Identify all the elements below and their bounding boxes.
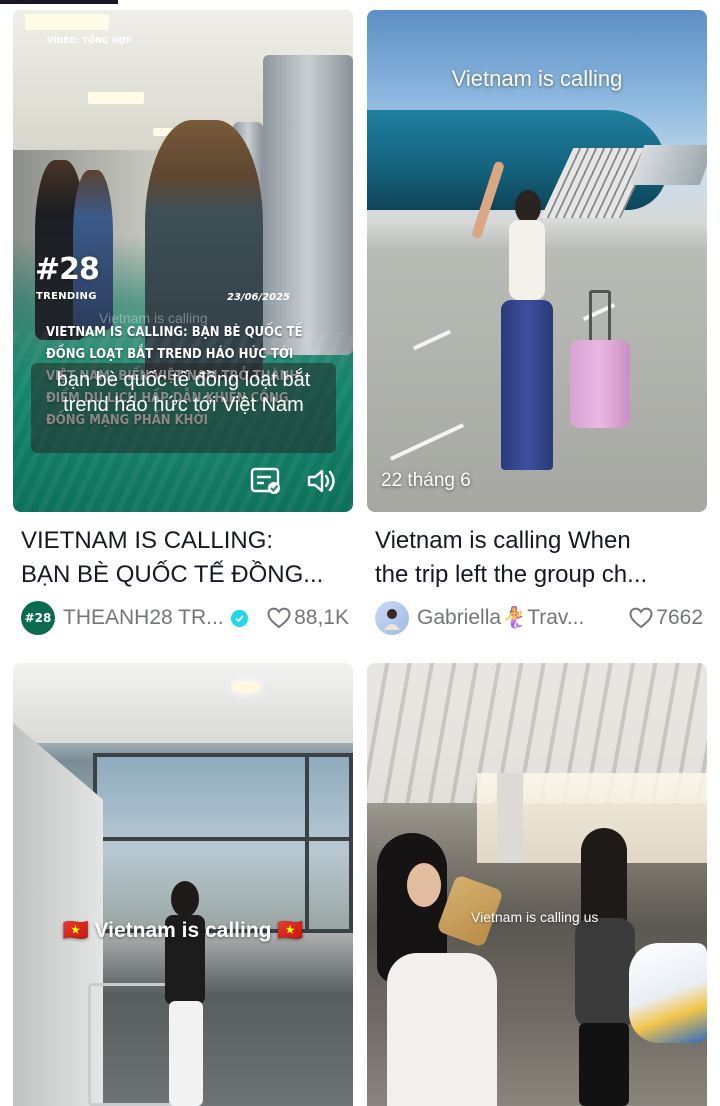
author-name[interactable]: THEANH28 TR... — [63, 606, 261, 630]
heart-outline-icon — [267, 607, 291, 629]
video-title-line: Vietnam is calling When — [375, 527, 631, 554]
suitcase — [570, 340, 630, 428]
airplane-engine — [629, 145, 707, 185]
avatar-logo-text: #28 — [24, 611, 52, 625]
video-thumbnail-2[interactable]: Vietnam is calling 22 tháng 6 — [367, 10, 707, 512]
author-avatar[interactable] — [375, 601, 409, 635]
overlay-title: Vietnam is calling us — [471, 909, 599, 925]
video-meta: Gabriella🧜‍♀️Trav... 7662 — [367, 600, 707, 636]
overlay-title: 🇻🇳 Vietnam is calling 🇻🇳 — [13, 919, 353, 943]
like-count: 7662 — [629, 606, 703, 630]
source-label: VIDEO: TỔNG HỢP — [47, 36, 132, 45]
thumbnail-controls — [249, 464, 339, 498]
video-thumbnail-4[interactable]: Vietnam is calling us — [367, 663, 707, 1106]
video-title-line: BẠN BÈ QUỐC TẾ ĐỒNG... — [21, 561, 324, 588]
avatar-figure-icon — [384, 609, 400, 630]
ceiling-light — [231, 681, 261, 693]
traveler-figure — [161, 881, 209, 1106]
video-meta: #28 THEANH28 TR... 88,1K — [13, 600, 353, 636]
video-card-4[interactable]: Vietnam is calling us — [367, 663, 707, 1106]
like-count-text: 7662 — [656, 606, 703, 629]
top-progress-indicator — [0, 0, 118, 4]
caption-icon[interactable] — [249, 464, 283, 498]
auto-caption: bạn bè quốc tế đồng loạt bắt trend háo h… — [31, 363, 336, 453]
overlay-date: 23/06/2025 — [227, 292, 290, 303]
channel-logo-28: #28 — [35, 252, 100, 287]
flag-icon: 🇻🇳 — [62, 919, 89, 942]
overlay-date: 22 tháng 6 — [381, 470, 471, 491]
ceiling-light — [25, 14, 109, 30]
suitcase-handle — [589, 290, 611, 342]
video-title[interactable]: Vietnam is calling When the trip left th… — [367, 524, 697, 592]
trending-label: TRENDING — [36, 291, 97, 302]
heart-outline-icon — [629, 607, 653, 629]
video-card-2[interactable]: Vietnam is calling 22 tháng 6 Vietnam is… — [367, 10, 707, 636]
traveler-figure — [73, 170, 113, 330]
like-count: 88,1K — [267, 606, 349, 630]
video-thumbnail-3[interactable]: 🇻🇳 Vietnam is calling 🇻🇳 — [13, 663, 353, 1106]
thumbnail-ceiling — [13, 663, 353, 743]
verified-icon — [230, 609, 248, 627]
flag-icon: 🇻🇳 — [277, 919, 304, 942]
tarmac-marking — [413, 329, 451, 351]
video-title-line: VIETNAM IS CALLING: — [21, 527, 274, 554]
sound-icon[interactable] — [305, 464, 339, 498]
travel-pillow — [629, 943, 707, 1043]
video-card-1[interactable]: VIDEO: TỔNG HỢP #28 TRENDING 23/06/2025 … — [13, 10, 353, 636]
tarmac-marking — [389, 423, 465, 461]
author-name-text: Gabriella🧜‍♀️Trav... — [417, 606, 585, 629]
terminal-window — [93, 753, 353, 933]
video-title[interactable]: VIETNAM IS CALLING: BẠN BÈ QUỐC TẾ ĐỒNG.… — [13, 524, 343, 592]
author-name-text: THEANH28 TR... — [63, 606, 224, 629]
author-avatar[interactable]: #28 — [21, 601, 55, 635]
overlay-title-text: Vietnam is calling — [94, 919, 272, 942]
ceiling-light — [88, 92, 144, 104]
video-thumbnail-1[interactable]: VIDEO: TỔNG HỢP #28 TRENDING 23/06/2025 … — [13, 10, 353, 512]
traveler-figure — [470, 160, 557, 480]
terminal-pillar — [263, 55, 353, 355]
overlay-title: Vietnam is calling — [451, 66, 623, 91]
traveler-figure — [367, 833, 507, 1106]
video-title-line: the trip left the group ch... — [375, 561, 648, 588]
like-count-text: 88,1K — [294, 606, 349, 629]
author-name[interactable]: Gabriella🧜‍♀️Trav... — [417, 606, 623, 630]
video-card-3[interactable]: 🇻🇳 Vietnam is calling 🇻🇳 — [13, 663, 353, 1106]
